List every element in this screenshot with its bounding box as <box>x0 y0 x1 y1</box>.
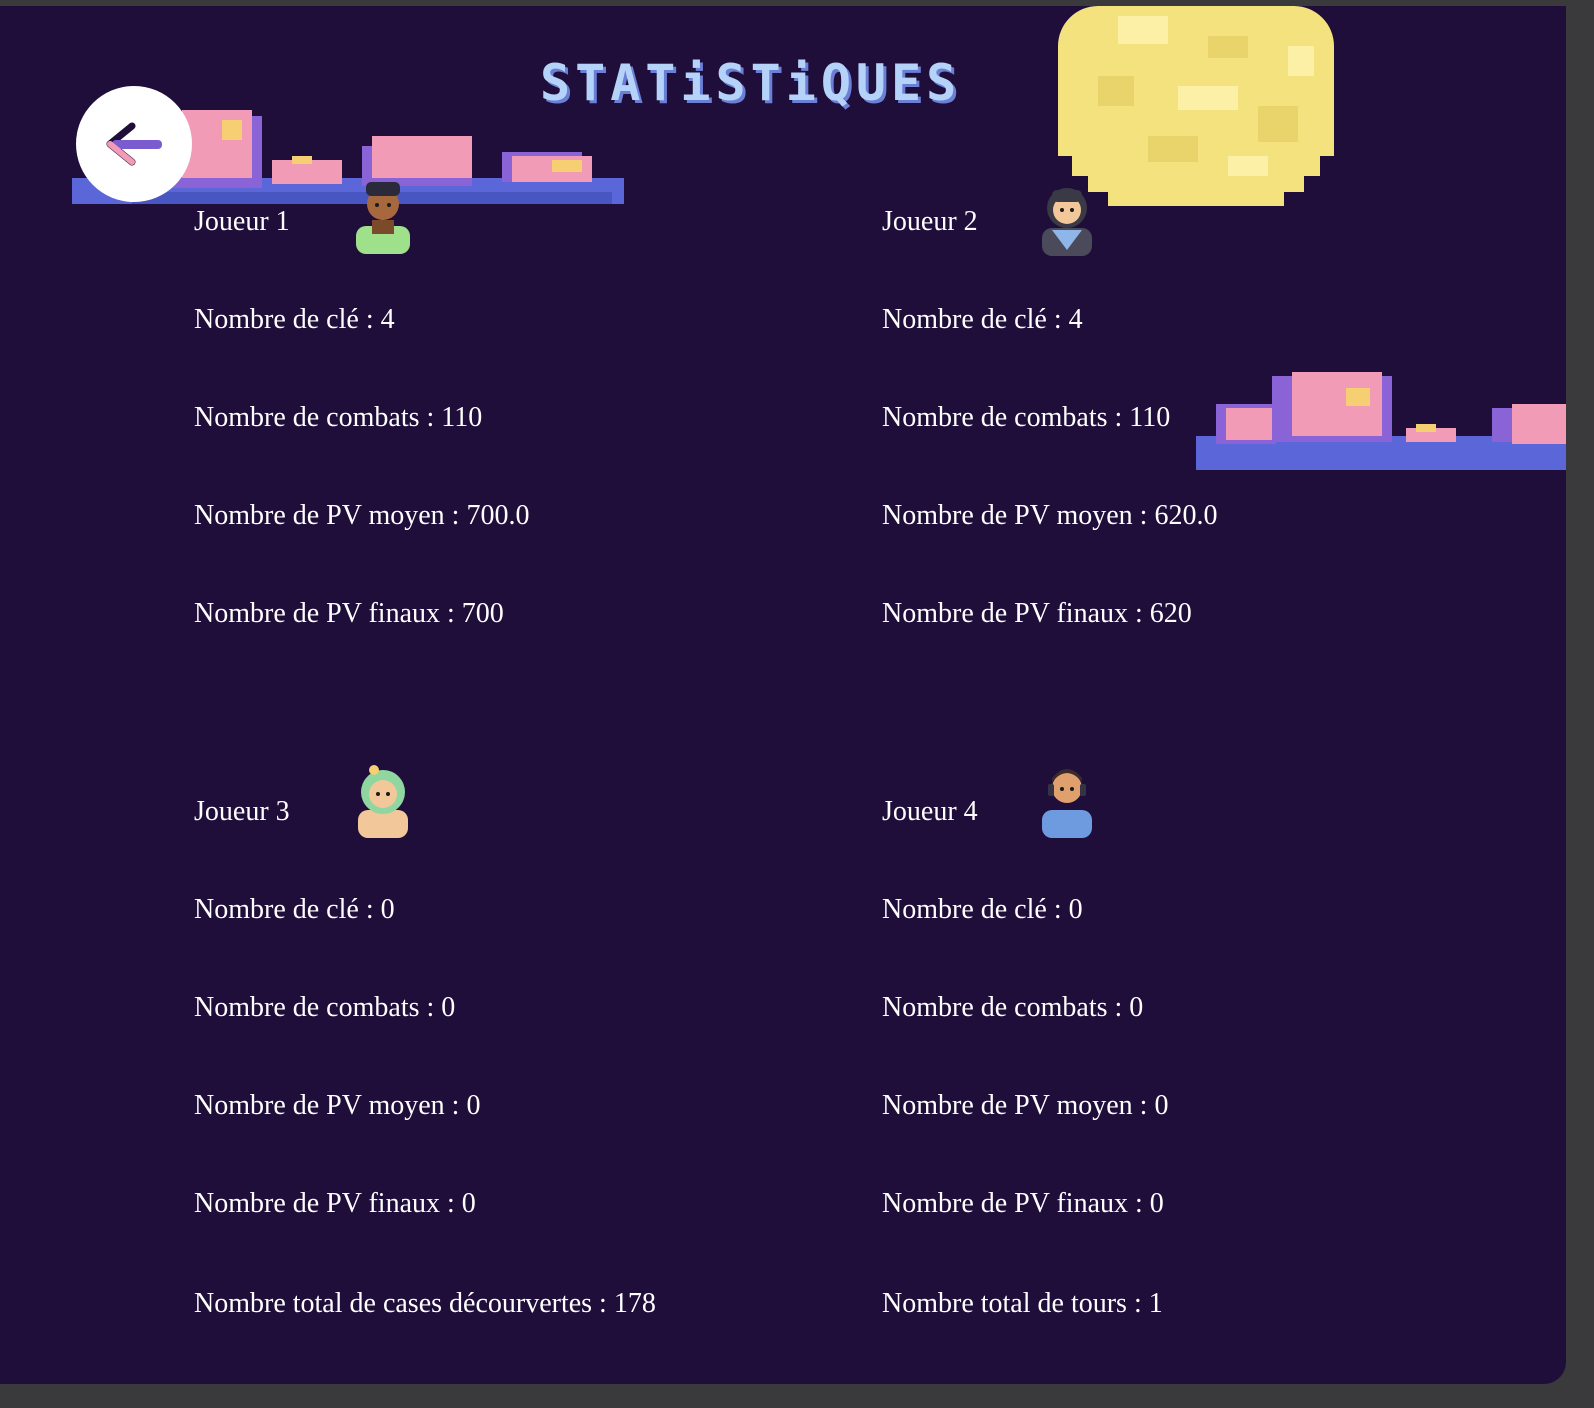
stat-fights: Nombre de combats : 0 <box>882 992 1144 1023</box>
stat-keys: Nombre de clé : 0 <box>194 894 395 925</box>
total-turns: Nombre total de tours : 1 <box>882 1288 1163 1319</box>
avatar-hoodie-boy-icon <box>356 182 410 254</box>
player-name: Joueur 1 <box>194 206 290 237</box>
page-title: STATiSTiQUES <box>540 54 962 112</box>
stat-avg-hp: Nombre de PV moyen : 700.0 <box>194 500 530 531</box>
pixel-moon-icon <box>1058 6 1334 206</box>
player-name: Joueur 3 <box>194 796 290 827</box>
stat-keys: Nombre de clé : 0 <box>882 894 1083 925</box>
stat-keys: Nombre de clé : 4 <box>194 304 395 335</box>
avatar-headset-boy-icon <box>1042 769 1092 838</box>
stat-final-hp: Nombre de PV finaux : 0 <box>882 1188 1164 1219</box>
player-name: Joueur 4 <box>882 796 978 827</box>
stat-final-hp: Nombre de PV finaux : 0 <box>194 1188 476 1219</box>
stat-final-hp: Nombre de PV finaux : 700 <box>194 598 504 629</box>
player-name: Joueur 2 <box>882 206 978 237</box>
pixel-cloud-right <box>1196 372 1566 470</box>
stat-final-hp: Nombre de PV finaux : 620 <box>882 598 1192 629</box>
arrow-left-icon <box>106 122 162 166</box>
stat-avg-hp: Nombre de PV moyen : 0 <box>882 1090 1169 1121</box>
avatar-green-hair-girl-icon <box>358 765 408 838</box>
total-cells-discovered: Nombre total de cases décourvertes : 178 <box>194 1288 656 1319</box>
stat-fights: Nombre de combats : 0 <box>194 992 456 1023</box>
stats-screen: STATiSTiQUES Joueur 1 Nombre de clé : 4 … <box>0 6 1566 1384</box>
stat-fights: Nombre de combats : 110 <box>882 402 1171 433</box>
back-button[interactable] <box>76 86 192 202</box>
stat-avg-hp: Nombre de PV moyen : 0 <box>194 1090 481 1121</box>
avatar-sailor-girl-icon <box>1042 188 1092 256</box>
stat-avg-hp: Nombre de PV moyen : 620.0 <box>882 500 1218 531</box>
stat-fights: Nombre de combats : 110 <box>194 402 483 433</box>
stat-keys: Nombre de clé : 4 <box>882 304 1083 335</box>
